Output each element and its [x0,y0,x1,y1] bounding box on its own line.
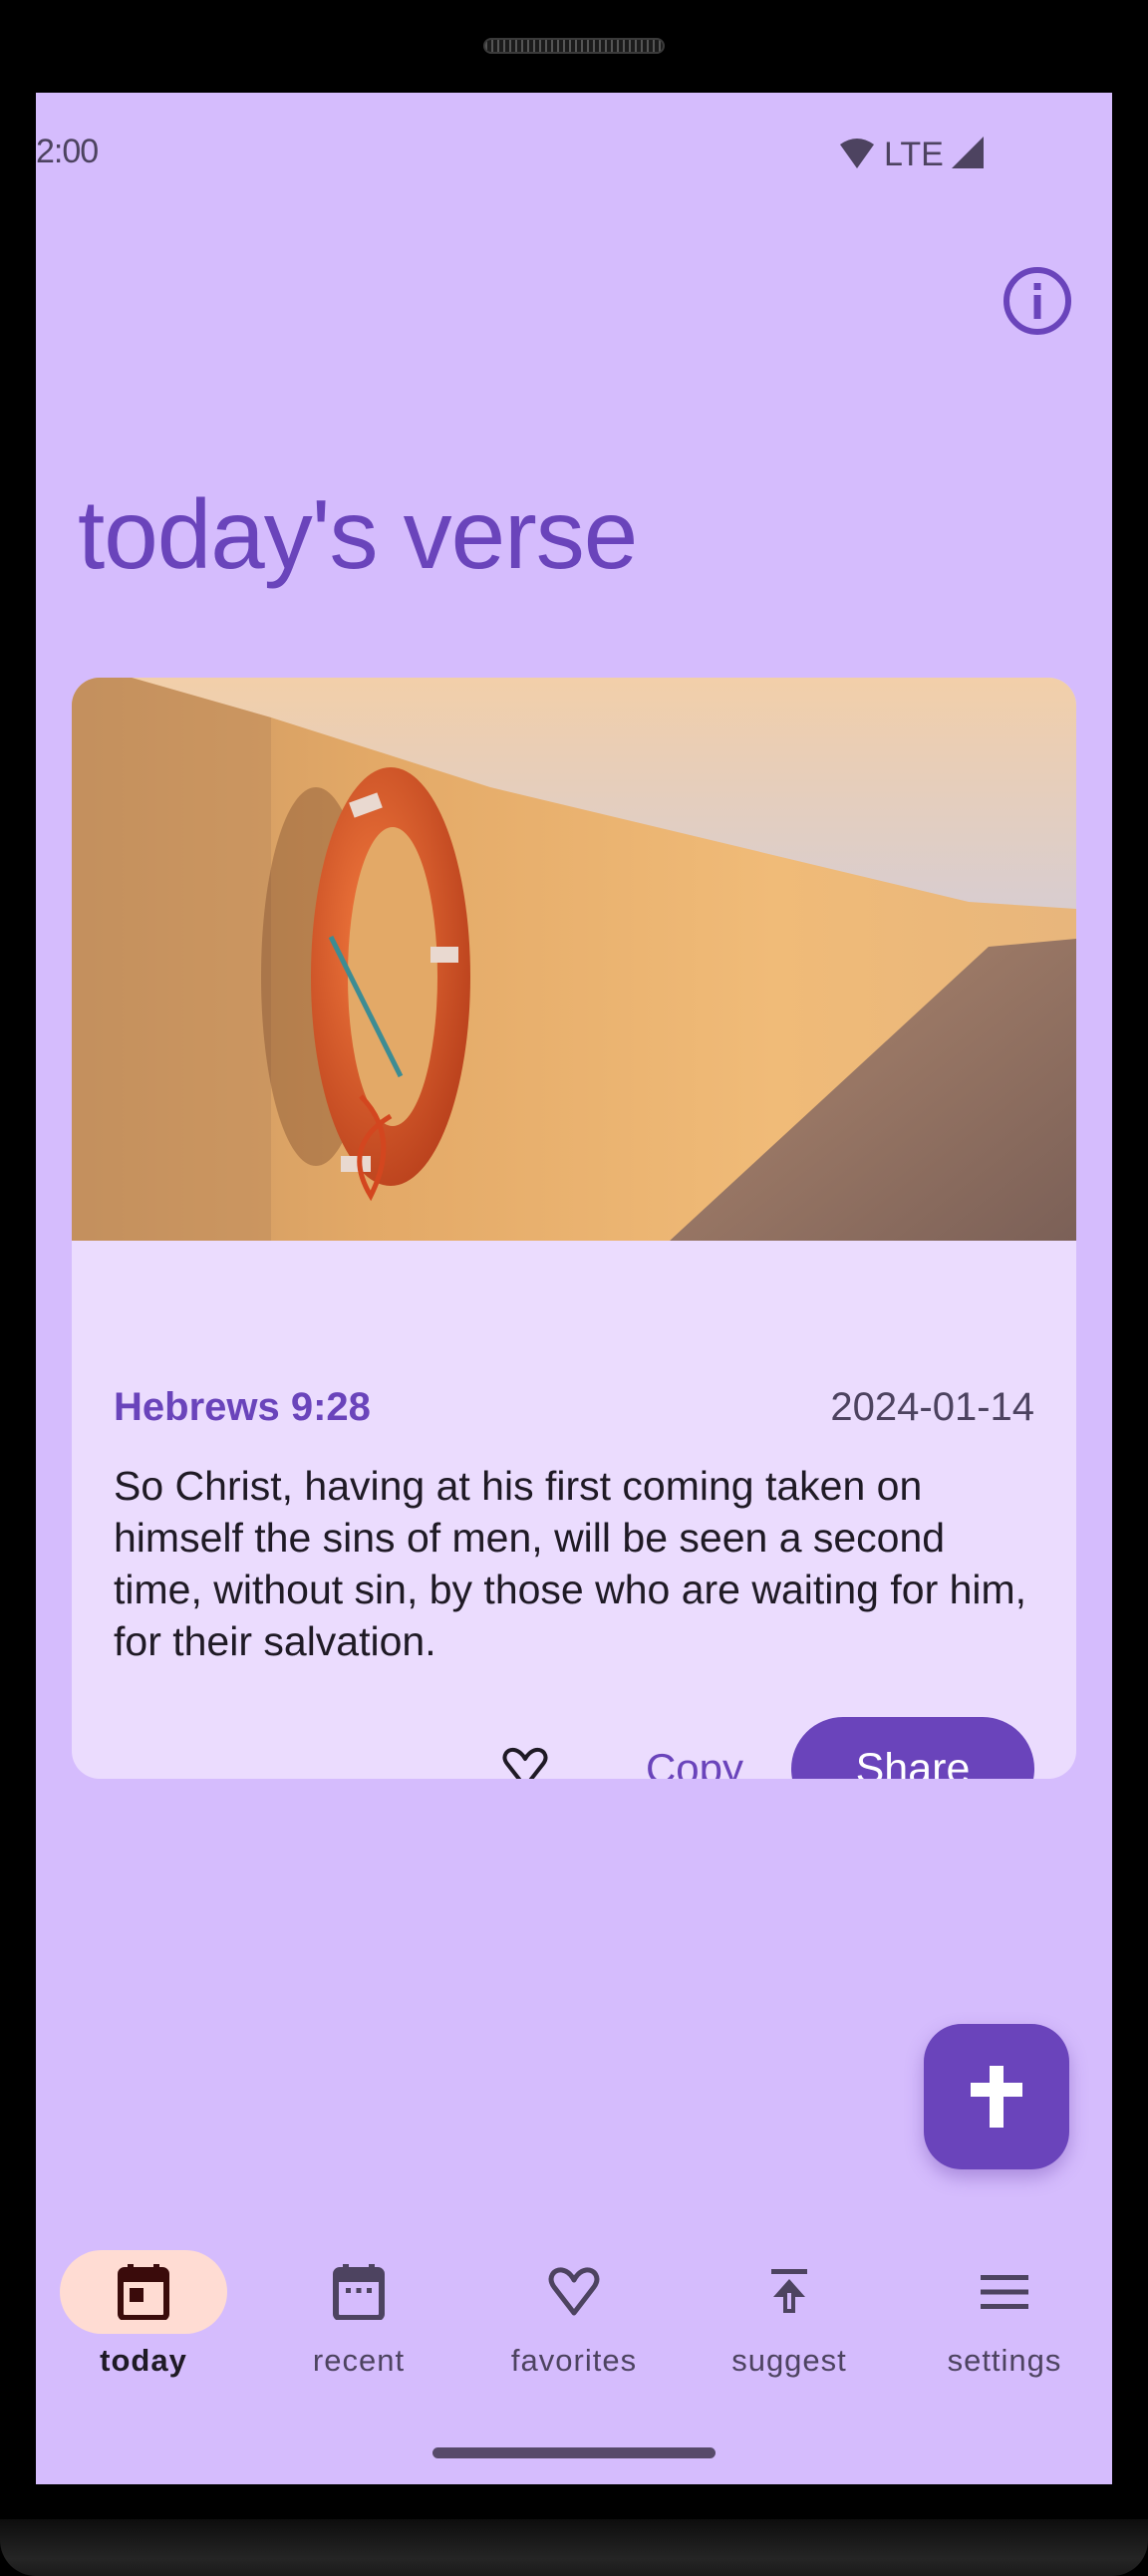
nav-label-favorites: favorites [510,2343,638,2378]
verse-text: So Christ, having at his first coming ta… [114,1463,1027,1664]
heart-outline-icon [534,2252,614,2332]
nav-item-today[interactable]: today [36,2230,251,2400]
cell-signal-icon [951,136,986,173]
verse-card: Hebrews 9:28 2024-01-14 So Christ, havin… [72,678,1076,1779]
copy-button[interactable]: Copy [610,1717,779,1779]
calendar-recent-icon [319,2252,399,2332]
favorite-button[interactable] [490,1734,560,1779]
home-gesture-bar[interactable] [432,2447,716,2458]
nav-item-suggest[interactable]: suggest [682,2230,897,2400]
device-chin [0,2519,1148,2576]
calendar-today-icon [104,2252,183,2332]
page-title: today's verse [78,479,638,589]
wifi-icon [838,137,876,173]
verse-reference: Hebrews 9:28 [114,1385,371,1429]
status-icons: LTE [838,135,986,173]
nav-label-today: today [100,2343,187,2378]
nav-label-recent: recent [312,2343,406,2378]
verse-image [72,678,1076,1241]
upload-icon [749,2252,829,2332]
status-time: 2:00 [36,133,99,170]
heart-outline-icon [502,1747,548,1779]
verse-date: 2024-01-14 [830,1385,1034,1429]
nav-item-recent[interactable]: recent [251,2230,466,2400]
bottom-navigation: today recent favorites suggest settings [36,2230,1112,2400]
nav-label-suggest: suggest [731,2343,847,2378]
add-verse-fab[interactable] [924,2024,1069,2169]
menu-icon [965,2252,1044,2332]
app-screen: 2:00 LTE today's verse Hebrews 9:28 2024… [36,93,1112,2484]
cross-icon [971,2066,1022,2128]
device-speaker [483,38,665,54]
nav-item-settings[interactable]: settings [897,2230,1112,2400]
nav-label-settings: settings [947,2343,1062,2378]
info-icon [1004,267,1071,335]
info-button[interactable] [1003,266,1072,336]
network-type-label: LTE [884,135,944,173]
nav-item-favorites[interactable]: favorites [466,2230,682,2400]
share-button[interactable]: Share [791,1717,1034,1779]
